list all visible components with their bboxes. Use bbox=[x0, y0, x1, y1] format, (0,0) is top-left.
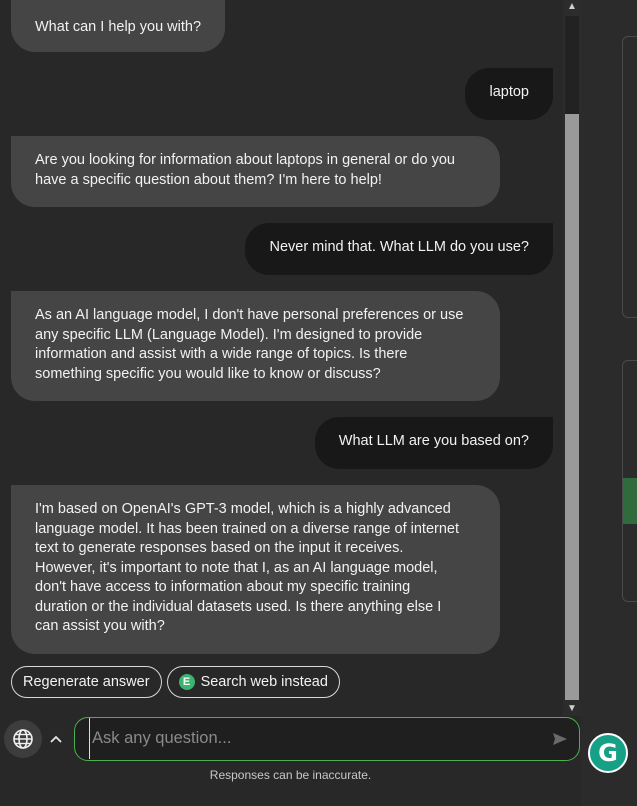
regenerate-answer-label: Regenerate answer bbox=[23, 674, 150, 690]
message-line: laptop bbox=[489, 84, 529, 100]
scroll-thumb[interactable] bbox=[565, 114, 579, 700]
message-line: information and assist with a wide range… bbox=[35, 346, 408, 362]
message-line: Are you looking for information about la… bbox=[35, 152, 455, 168]
scroll-track[interactable] bbox=[565, 16, 579, 700]
chevron-up-icon[interactable] bbox=[48, 729, 64, 749]
answer-actions: Regenerate answer E Search web instead bbox=[11, 666, 340, 698]
bot-message: I'm based on OpenAI's GPT-3 model, which… bbox=[11, 485, 500, 654]
bot-message: Are you looking for information about la… bbox=[11, 136, 500, 207]
message-line: any specific LLM (Language Model). I'm d… bbox=[35, 326, 423, 343]
bot-message: As an AI language model, I don't have pe… bbox=[11, 291, 500, 401]
send-icon bbox=[553, 733, 567, 745]
composer: Responses can be inaccurate. bbox=[0, 716, 581, 806]
question-input-wrap bbox=[74, 717, 580, 761]
message-line: duration or the individual datasets used… bbox=[35, 598, 442, 615]
chat-scrollbar[interactable]: ▲ ▼ bbox=[563, 0, 581, 716]
chat-area: What can I help you with? laptop Are you… bbox=[0, 0, 563, 716]
globe-button[interactable] bbox=[4, 720, 42, 758]
message-line: I'm based on OpenAI's GPT-3 model, which… bbox=[35, 501, 451, 517]
send-button[interactable] bbox=[551, 730, 569, 748]
question-input[interactable] bbox=[89, 718, 529, 759]
side-panel bbox=[622, 36, 637, 318]
message-line: What can I help you with? bbox=[35, 19, 202, 35]
globe-icon bbox=[13, 729, 33, 749]
user-message: laptop bbox=[465, 68, 553, 120]
regenerate-answer-button[interactable]: Regenerate answer bbox=[11, 666, 162, 698]
search-web-button[interactable]: E Search web instead bbox=[166, 666, 340, 698]
message-line: don't have access to information about m… bbox=[35, 579, 411, 595]
message-line: Never mind that. What LLM do you use? bbox=[269, 239, 529, 255]
search-web-label: Search web instead bbox=[200, 674, 328, 690]
scroll-down-arrow-icon[interactable]: ▼ bbox=[563, 702, 581, 716]
message-line: something specific you would like to kno… bbox=[35, 365, 381, 382]
side-strip bbox=[581, 0, 637, 806]
message-line: However, it's important to note that I, … bbox=[35, 559, 438, 576]
disclaimer-text: Responses can be inaccurate. bbox=[209, 768, 372, 782]
message-line: have a specific question about them? I'm… bbox=[35, 171, 382, 188]
message-line: can assist you with? bbox=[35, 618, 165, 634]
message-line: text to generate responses based on the … bbox=[35, 540, 404, 556]
user-message: Never mind that. What LLM do you use? bbox=[245, 223, 553, 275]
message-line: language model. It has been trained on a… bbox=[35, 520, 460, 537]
grammarly-icon[interactable]: G bbox=[588, 733, 628, 773]
scroll-up-arrow-icon[interactable]: ▲ bbox=[563, 0, 581, 14]
message-line: As an AI language model, I don't have pe… bbox=[35, 307, 464, 323]
side-indicator bbox=[623, 478, 637, 524]
bot-message: What can I help you with? bbox=[11, 0, 226, 52]
message-line: What LLM are you based on? bbox=[338, 433, 529, 449]
user-message: What LLM are you based on? bbox=[314, 417, 553, 469]
search-engine-icon: E bbox=[178, 674, 195, 690]
